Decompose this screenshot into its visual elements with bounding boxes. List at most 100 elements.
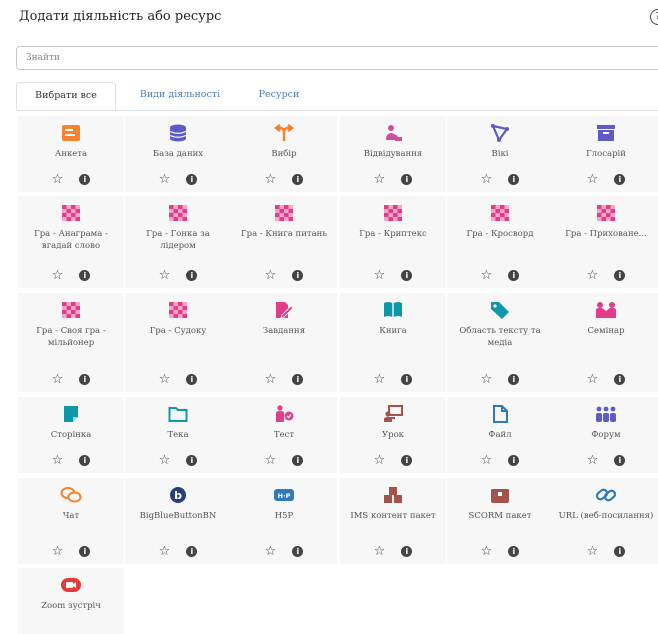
- activity-tile[interactable]: Вікі ☆ i: [447, 116, 553, 192]
- star-icon[interactable]: ☆: [481, 454, 493, 467]
- activity-tile[interactable]: Гра - Судоку ☆ i: [125, 293, 231, 392]
- star-icon[interactable]: ☆: [587, 454, 599, 467]
- activity-tile[interactable]: Область тексту та медіа ☆ i: [447, 293, 553, 392]
- activity-tile[interactable]: Гра - Своя гра - мільйонер ☆ i: [18, 293, 124, 392]
- info-icon[interactable]: i: [186, 269, 198, 281]
- info-icon[interactable]: i: [292, 173, 304, 185]
- info-icon[interactable]: i: [186, 173, 198, 185]
- forum-icon: [553, 405, 658, 423]
- info-icon[interactable]: i: [79, 454, 91, 466]
- star-icon[interactable]: ☆: [265, 269, 277, 282]
- star-icon[interactable]: ☆: [374, 173, 386, 186]
- info-icon[interactable]: i: [614, 269, 626, 281]
- star-icon[interactable]: ☆: [587, 269, 599, 282]
- info-icon[interactable]: i: [614, 173, 626, 185]
- info-icon[interactable]: i: [401, 545, 413, 557]
- info-icon[interactable]: i: [79, 173, 91, 185]
- info-icon[interactable]: i: [508, 269, 520, 281]
- activity-tile[interactable]: Гра - Криптекс ☆ i: [340, 196, 446, 288]
- activity-tile[interactable]: База даних ☆ i: [125, 116, 231, 192]
- activity-tile[interactable]: Гра - Кросворд ☆ i: [447, 196, 553, 288]
- star-icon[interactable]: ☆: [265, 373, 277, 386]
- activity-tile[interactable]: Гра - Книга питань ☆ i: [231, 196, 337, 288]
- info-icon[interactable]: i: [401, 454, 413, 466]
- activity-tile[interactable]: Zoom зустріч: [18, 568, 124, 634]
- info-icon[interactable]: i: [292, 454, 304, 466]
- star-icon[interactable]: ☆: [159, 545, 171, 558]
- info-icon[interactable]: i: [508, 545, 520, 557]
- star-icon[interactable]: ☆: [265, 454, 277, 467]
- star-icon[interactable]: ☆: [481, 545, 493, 558]
- info-icon[interactable]: i: [186, 454, 198, 466]
- info-icon[interactable]: i: [186, 373, 198, 385]
- star-icon[interactable]: ☆: [159, 269, 171, 282]
- star-icon[interactable]: ☆: [265, 173, 277, 186]
- activity-actions: ☆ i: [447, 172, 553, 186]
- star-icon[interactable]: ☆: [52, 269, 64, 282]
- search-input[interactable]: Знайти: [16, 46, 658, 70]
- info-icon[interactable]: i: [508, 173, 520, 185]
- activity-tile[interactable]: Файл ☆ i: [447, 397, 553, 473]
- star-icon[interactable]: ☆: [374, 373, 386, 386]
- info-icon[interactable]: i: [292, 269, 304, 281]
- activity-tile[interactable]: Анкета ☆ i: [18, 116, 124, 192]
- activity-tile[interactable]: Тест ☆ i: [231, 397, 337, 473]
- star-icon[interactable]: ☆: [374, 545, 386, 558]
- activity-tile[interactable]: Книга ☆ i: [340, 293, 446, 392]
- tab-activities[interactable]: Види діяльності: [128, 82, 232, 110]
- help-icon[interactable]: ?: [650, 9, 658, 25]
- info-icon[interactable]: i: [292, 373, 304, 385]
- info-icon[interactable]: i: [401, 269, 413, 281]
- star-icon[interactable]: ☆: [265, 545, 277, 558]
- activity-tile[interactable]: b BigBlueButtonBN ☆ i: [125, 478, 231, 564]
- activity-tile[interactable]: Сторінка ☆ i: [18, 397, 124, 473]
- info-icon[interactable]: i: [614, 373, 626, 385]
- star-icon[interactable]: ☆: [52, 373, 64, 386]
- star-icon[interactable]: ☆: [159, 454, 171, 467]
- tab-bar: Вибрати все Види діяльності Ресурси: [16, 82, 658, 111]
- activity-tile[interactable]: Завдання ☆ i: [231, 293, 337, 392]
- star-icon[interactable]: ☆: [374, 454, 386, 467]
- star-icon[interactable]: ☆: [587, 373, 599, 386]
- activity-tile[interactable]: SCORM пакет ☆ i: [447, 478, 553, 564]
- activity-tile[interactable]: URL (веб-посилання) ☆ i: [553, 478, 658, 564]
- tab-all[interactable]: Вибрати все: [16, 82, 116, 110]
- activity-tile[interactable]: Вибір ☆ i: [231, 116, 337, 192]
- activity-tile[interactable]: Урок ☆ i: [340, 397, 446, 473]
- activity-tile[interactable]: Чат ☆ i: [18, 478, 124, 564]
- star-icon[interactable]: ☆: [587, 545, 599, 558]
- info-icon[interactable]: i: [508, 373, 520, 385]
- info-icon[interactable]: i: [79, 373, 91, 385]
- star-icon[interactable]: ☆: [374, 269, 386, 282]
- info-icon[interactable]: i: [614, 545, 626, 557]
- activity-tile[interactable]: H·P H5P ☆ i: [231, 478, 337, 564]
- star-icon[interactable]: ☆: [587, 173, 599, 186]
- info-icon[interactable]: i: [401, 173, 413, 185]
- activity-tile[interactable]: Гра - Гонка за лідером ☆ i: [125, 196, 231, 288]
- info-icon[interactable]: i: [508, 454, 520, 466]
- activity-tile[interactable]: Глосарій ☆ i: [553, 116, 658, 192]
- star-icon[interactable]: ☆: [159, 173, 171, 186]
- activity-tile[interactable]: Відвідування ☆ i: [340, 116, 446, 192]
- star-icon[interactable]: ☆: [481, 173, 493, 186]
- activity-tile[interactable]: Форум ☆ i: [553, 397, 658, 473]
- star-icon[interactable]: ☆: [159, 373, 171, 386]
- tab-resources[interactable]: Ресурси: [244, 82, 314, 110]
- activity-tile[interactable]: Тека ☆ i: [125, 397, 231, 473]
- zoom-icon: [18, 576, 124, 594]
- star-icon[interactable]: ☆: [52, 173, 64, 186]
- activity-tile[interactable]: IMS контент пакет ☆ i: [340, 478, 446, 564]
- activity-tile[interactable]: Гра - Приховане... ☆ i: [553, 196, 658, 288]
- star-icon[interactable]: ☆: [481, 269, 493, 282]
- activity-tile[interactable]: Семінар ☆ i: [553, 293, 658, 392]
- info-icon[interactable]: i: [79, 545, 91, 557]
- info-icon[interactable]: i: [401, 373, 413, 385]
- star-icon[interactable]: ☆: [52, 545, 64, 558]
- info-icon[interactable]: i: [79, 269, 91, 281]
- info-icon[interactable]: i: [292, 545, 304, 557]
- star-icon[interactable]: ☆: [52, 454, 64, 467]
- info-icon[interactable]: i: [614, 454, 626, 466]
- star-icon[interactable]: ☆: [481, 373, 493, 386]
- activity-tile[interactable]: Гра - Анаграма - вгадай слово ☆ i: [18, 196, 124, 288]
- info-icon[interactable]: i: [186, 545, 198, 557]
